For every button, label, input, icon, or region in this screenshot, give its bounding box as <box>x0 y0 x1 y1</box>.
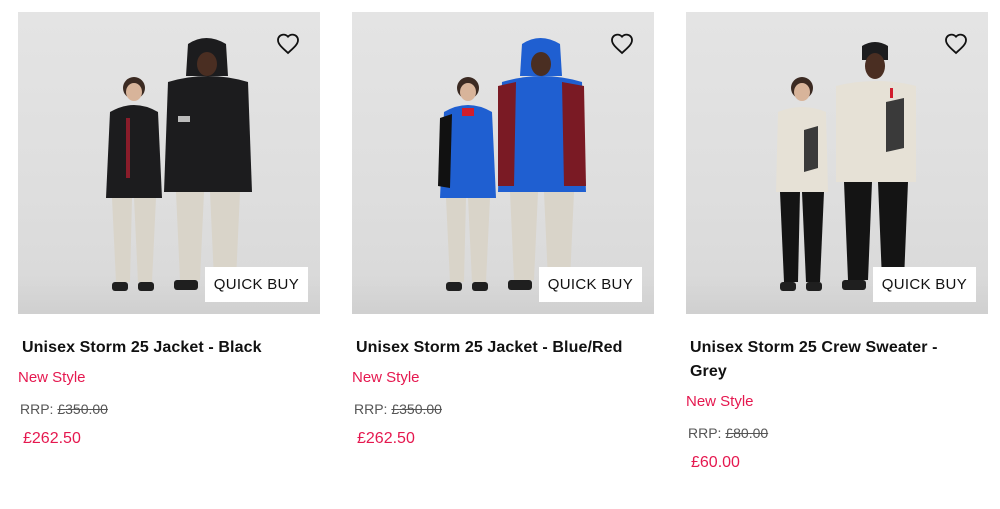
sale-price: £60.00 <box>691 454 740 471</box>
model-figure-right <box>492 36 592 298</box>
product-card[interactable]: QUICK BUY Unisex Storm 25 Jacket - Blue/… <box>352 12 654 450</box>
rrp-price: RRP: £350.00 <box>20 399 320 419</box>
product-image[interactable]: QUICK BUY <box>686 12 988 314</box>
product-title[interactable]: Unisex Storm 25 Jacket - Black <box>22 336 292 360</box>
quick-buy-button[interactable]: QUICK BUY <box>204 267 308 302</box>
new-style-badge: New Style <box>352 369 420 386</box>
sale-price: £262.50 <box>357 430 415 447</box>
rrp-value: £80.00 <box>725 425 769 441</box>
heart-outline-icon[interactable] <box>276 32 300 56</box>
rrp-value: £350.00 <box>391 401 442 417</box>
product-image[interactable]: QUICK BUY <box>352 12 654 314</box>
product-title[interactable]: Unisex Storm 25 Crew Sweater - Grey <box>690 336 960 384</box>
product-card[interactable]: QUICK BUY Unisex Storm 25 Crew Sweater -… <box>686 12 988 474</box>
model-figure-right <box>826 36 926 298</box>
new-style-badge: New Style <box>686 393 754 410</box>
quick-buy-button[interactable]: QUICK BUY <box>538 267 642 302</box>
heart-outline-icon[interactable] <box>944 32 968 56</box>
rrp-price: RRP: £80.00 <box>688 423 988 443</box>
rrp-label: RRP: <box>688 425 722 441</box>
rrp-value: £350.00 <box>57 401 108 417</box>
new-style-badge: New Style <box>18 369 86 386</box>
rrp-price: RRP: £350.00 <box>354 399 654 419</box>
quick-buy-button[interactable]: QUICK BUY <box>872 267 976 302</box>
product-grid: QUICK BUY Unisex Storm 25 Jacket - Black… <box>0 0 1000 509</box>
heart-outline-icon[interactable] <box>610 32 634 56</box>
product-title[interactable]: Unisex Storm 25 Jacket - Blue/Red <box>356 336 626 360</box>
product-card[interactable]: QUICK BUY Unisex Storm 25 Jacket - Black… <box>18 12 320 450</box>
rrp-label: RRP: <box>20 401 54 417</box>
sale-price: £262.50 <box>23 430 81 447</box>
model-figure-right <box>158 36 258 298</box>
rrp-label: RRP: <box>354 401 388 417</box>
product-image[interactable]: QUICK BUY <box>18 12 320 314</box>
